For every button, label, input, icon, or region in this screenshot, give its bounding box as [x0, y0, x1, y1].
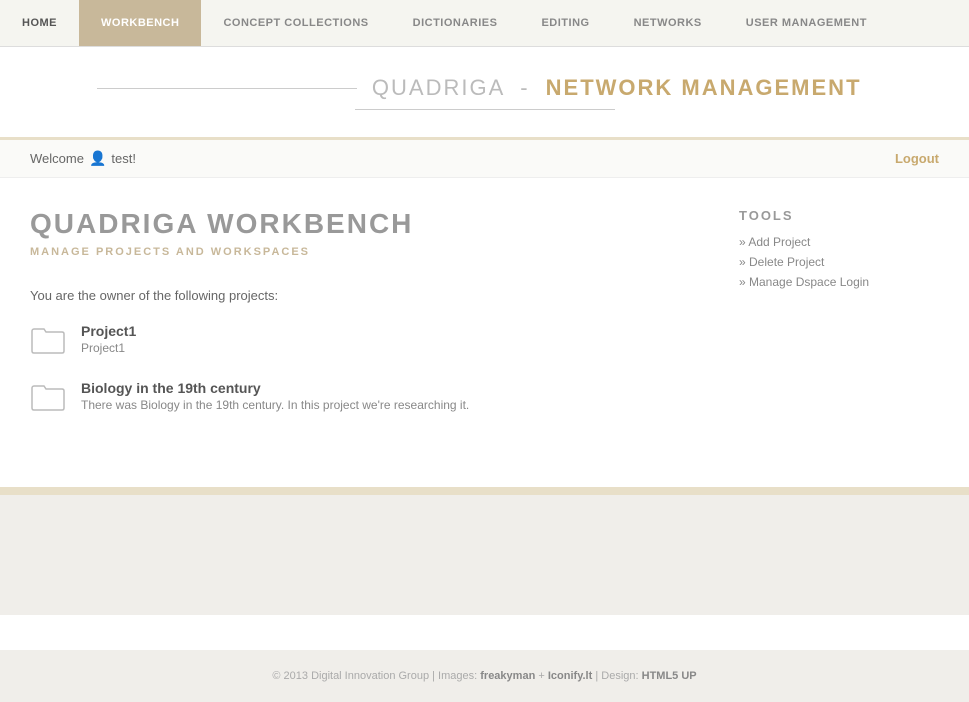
username-display: test! [111, 151, 136, 166]
page-subtitle: MANAGE PROJECTS AND WORKSPACES [30, 246, 699, 258]
logout-button[interactable]: Logout [895, 151, 939, 166]
welcome-bar: Welcome 👤 test! Logout [0, 140, 969, 178]
right-sidebar: TOOLS » Add Project » Delete Project » M… [739, 208, 939, 437]
header-title: QUADRIGA - NETWORK MANAGEMENT [372, 75, 862, 101]
page-title: QUADRIGA WORKBENCH [30, 208, 699, 240]
footer-html5up-link[interactable]: HTML5 UP [642, 670, 697, 682]
nav-workbench[interactable]: WORKBENCH [79, 0, 201, 46]
left-content: QUADRIGA WORKBENCH MANAGE PROJECTS AND W… [30, 208, 699, 437]
tools-title: TOOLS [739, 208, 939, 223]
tools-manage-dspace[interactable]: » Manage Dspace Login [739, 275, 939, 289]
nav-networks[interactable]: NETWORKS [612, 0, 724, 46]
header-band: QUADRIGA - NETWORK MANAGEMENT [0, 47, 969, 140]
mid-band [0, 487, 969, 495]
project-name-1[interactable]: Project1 [81, 323, 136, 339]
project-name-2[interactable]: Biology in the 19th century [81, 380, 469, 396]
project-desc-1: Project1 [81, 341, 136, 355]
footer-bottom: © 2013 Digital Innovation Group | Images… [0, 650, 969, 702]
header-subtitle: NETWORK MANAGEMENT [546, 75, 862, 100]
header-separator: - [520, 75, 529, 100]
welcome-label: Welcome [30, 151, 84, 166]
main-content: QUADRIGA WORKBENCH MANAGE PROJECTS AND W… [0, 178, 969, 467]
footer-area [0, 495, 969, 615]
tools-delete-project[interactable]: » Delete Project [739, 255, 939, 269]
footer-plus: + [538, 670, 544, 682]
nav-home[interactable]: HOME [0, 0, 79, 46]
project-info-1: Project1 Project1 [81, 323, 136, 355]
navigation: HOME WORKBENCH CONCEPT COLLECTIONS DICTI… [0, 0, 969, 47]
intro-text: You are the owner of the following proje… [30, 288, 699, 303]
brand-name: QUADRIGA [372, 75, 504, 100]
folder-icon-1 [30, 325, 66, 355]
user-icon: 👤 [89, 150, 106, 167]
footer-text: © 2013 Digital Innovation Group | Images… [272, 670, 477, 682]
footer-freakyman-link[interactable]: freakyman [480, 670, 535, 682]
nav-editing[interactable]: EDITING [519, 0, 611, 46]
nav-dictionaries[interactable]: DICTIONARIES [391, 0, 520, 46]
footer-iconify-link[interactable]: Iconify.lt [548, 670, 592, 682]
nav-user-management[interactable]: USER MANAGEMENT [724, 0, 889, 46]
nav-concept-collections[interactable]: CONCEPT COLLECTIONS [201, 0, 390, 46]
project-info-2: Biology in the 19th century There was Bi… [81, 380, 469, 412]
folder-icon-2 [30, 382, 66, 412]
welcome-text: Welcome 👤 test! [30, 150, 136, 167]
project-item-2: Biology in the 19th century There was Bi… [30, 380, 699, 412]
project-desc-2: There was Biology in the 19th century. I… [81, 398, 469, 412]
page-wrapper: HOME WORKBENCH CONCEPT COLLECTIONS DICTI… [0, 0, 969, 702]
project-item-1: Project1 Project1 [30, 323, 699, 355]
footer-design-label: | Design: [595, 670, 638, 682]
tools-add-project[interactable]: » Add Project [739, 235, 939, 249]
